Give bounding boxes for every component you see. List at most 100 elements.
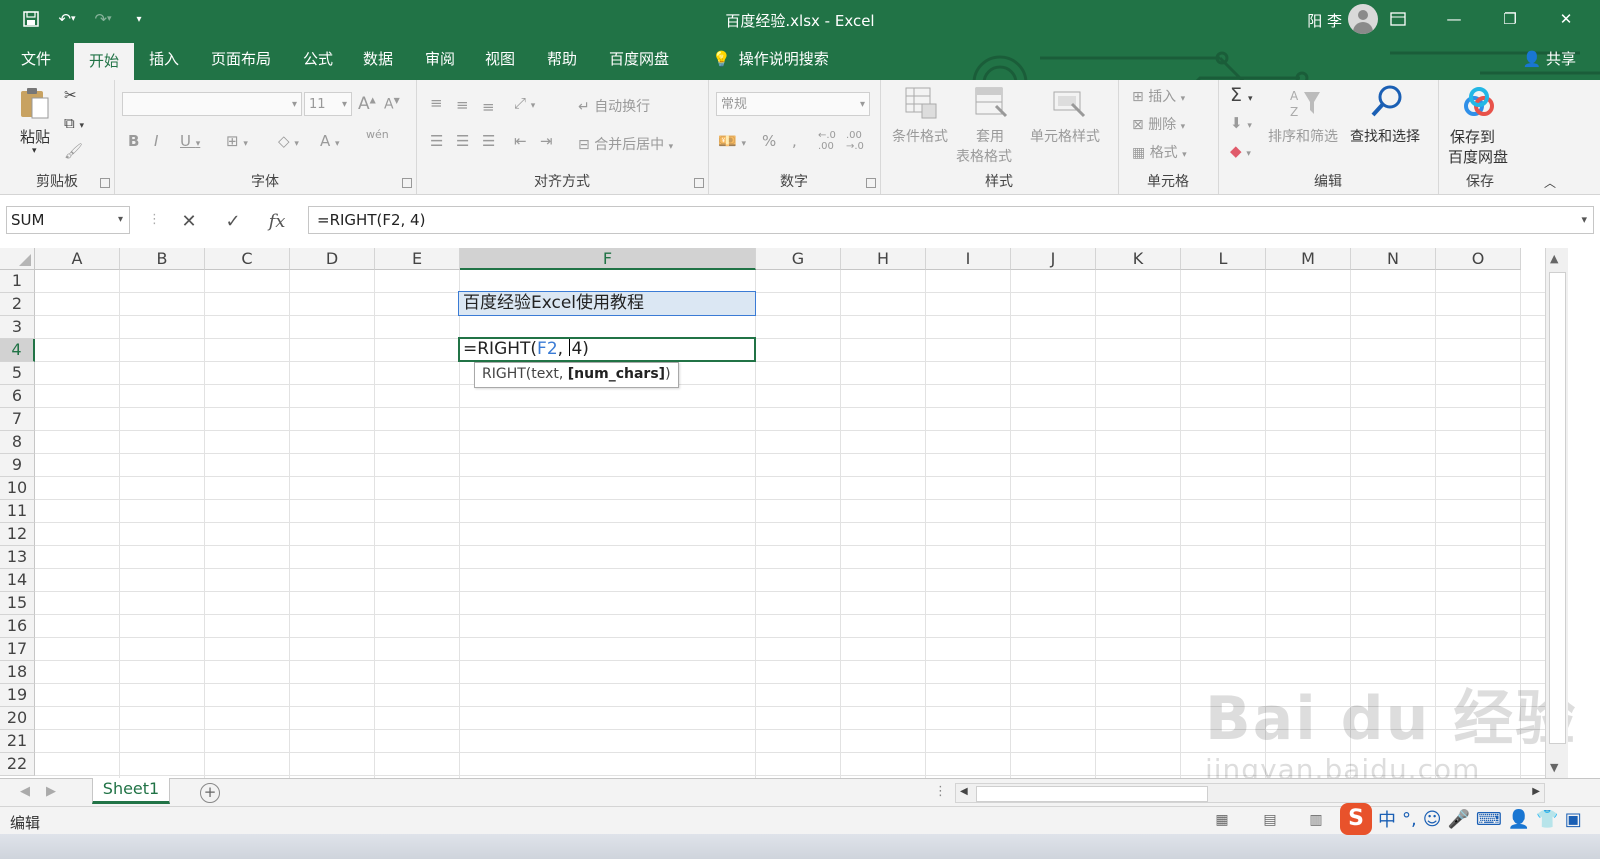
select-all-button[interactable] [0, 248, 35, 270]
row-header-21[interactable]: 21 [0, 730, 35, 753]
share-button[interactable]: 👤 共享 [1523, 48, 1576, 69]
row-header-10[interactable]: 10 [0, 477, 35, 500]
tab-data[interactable]: 数据 [356, 38, 400, 80]
add-sheet-icon[interactable]: + [200, 783, 220, 803]
column-header-h[interactable]: H [841, 248, 926, 270]
row-header-18[interactable]: 18 [0, 661, 35, 684]
orientation-icon[interactable]: ⤢ ▾ [514, 94, 535, 112]
cut-icon[interactable]: ✂ [64, 86, 77, 104]
minimize-icon[interactable]: — [1426, 0, 1482, 38]
column-header-d[interactable]: D [290, 248, 375, 270]
next-sheet-icon[interactable]: ▶ [46, 784, 56, 799]
row-header-11[interactable]: 11 [0, 500, 35, 523]
tab-review[interactable]: 审阅 [418, 38, 462, 80]
tab-insert[interactable]: 插入 [142, 38, 186, 80]
tab-split-handle-icon[interactable]: ⋮ [934, 784, 947, 799]
horizontal-scrollbar[interactable]: ◀ ▶ [955, 783, 1545, 803]
row-header-20[interactable]: 20 [0, 707, 35, 730]
tab-page-layout[interactable]: 页面布局 [206, 38, 276, 80]
ime-toolbox-icon[interactable]: ▣ [1565, 809, 1582, 830]
row-header-14[interactable]: 14 [0, 569, 35, 592]
autosum-icon[interactable]: Σ ▾ [1230, 84, 1253, 106]
shrink-font-icon[interactable]: A▼ [384, 96, 400, 113]
fill-icon[interactable]: ⬇ ▾ [1230, 114, 1252, 132]
column-header-g[interactable]: G [756, 248, 841, 270]
paste-label[interactable]: 粘贴 [20, 126, 50, 147]
column-header-a[interactable]: A [35, 248, 120, 270]
sheet-tab-sheet1[interactable]: Sheet1 [92, 778, 170, 804]
ime-keyboard-icon[interactable]: ⌨ [1476, 809, 1502, 830]
sort-filter-label[interactable]: 排序和筛选 [1268, 126, 1338, 146]
row-header-17[interactable]: 17 [0, 638, 35, 661]
cell-styles-icon[interactable] [1052, 86, 1086, 120]
fill-color-icon[interactable]: ◇ ▾ [278, 132, 299, 150]
row-header-4[interactable]: 4 [0, 339, 35, 362]
cancel-icon[interactable]: ✕ [174, 207, 204, 235]
column-header-l[interactable]: L [1181, 248, 1266, 270]
paste-icon[interactable] [18, 86, 52, 120]
middle-align-icon[interactable]: ≡ [456, 96, 469, 114]
sort-filter-icon[interactable]: AZ [1288, 86, 1322, 120]
borders-icon[interactable]: ⊞ ▾ [226, 132, 248, 150]
save-to-label-1[interactable]: 保存到 [1450, 126, 1495, 147]
column-header-f[interactable]: F [460, 248, 756, 270]
grow-font-icon[interactable]: A▲ [358, 94, 376, 114]
prev-sheet-icon[interactable]: ◀ [20, 784, 30, 799]
ribbon-display-options-icon[interactable] [1370, 0, 1426, 38]
delete-cells-button[interactable]: ⊠ 删除 ▾ [1132, 114, 1185, 134]
ime-language[interactable]: 中 [1378, 806, 1396, 832]
alignment-launcher-icon[interactable] [694, 178, 704, 188]
format-as-table-label-2[interactable]: 表格格式 [956, 146, 1012, 166]
format-cells-button[interactable]: ▦ 格式 ▾ [1132, 142, 1187, 162]
row-header-15[interactable]: 15 [0, 592, 35, 615]
format-as-table-icon[interactable] [974, 86, 1008, 120]
find-select-label[interactable]: 查找和选择 [1350, 126, 1420, 146]
insert-function-icon[interactable]: fx [262, 207, 292, 235]
format-as-table-label-1[interactable]: 套用 [976, 126, 1004, 146]
column-header-k[interactable]: K [1096, 248, 1181, 270]
decrease-decimal-icon[interactable]: .00 →.0 [846, 130, 864, 152]
bottom-align-icon[interactable]: ≡ [482, 98, 495, 116]
italic-icon[interactable]: I [154, 132, 158, 150]
increase-decimal-icon[interactable]: ←.0.00 [818, 130, 836, 152]
cell-F2[interactable]: 百度经验Excel使用教程 [458, 291, 756, 316]
tab-baidu-netdisk[interactable]: 百度网盘 [604, 38, 674, 80]
ime-skin-icon[interactable]: 👕 [1536, 809, 1558, 830]
ime-voice-icon[interactable]: 🎤 [1448, 809, 1470, 830]
paste-dropdown-icon[interactable]: ▾ [32, 146, 37, 156]
align-center-icon[interactable]: ☰ [456, 132, 469, 150]
scroll-left-icon[interactable]: ◀ [960, 786, 968, 797]
row-header-5[interactable]: 5 [0, 362, 35, 385]
number-format-combo[interactable]: 常规 [716, 92, 870, 117]
row-header-3[interactable]: 3 [0, 316, 35, 339]
enter-icon[interactable]: ✓ [218, 207, 248, 235]
row-header-8[interactable]: 8 [0, 431, 35, 454]
tab-help[interactable]: 帮助 [540, 38, 584, 80]
baidu-netdisk-icon[interactable] [1462, 86, 1496, 120]
row-header-16[interactable]: 16 [0, 615, 35, 638]
horizontal-scroll-thumb[interactable] [976, 786, 1208, 802]
copy-icon[interactable]: ⧉ ▾ [64, 114, 84, 132]
column-header-m[interactable]: M [1266, 248, 1351, 270]
row-header-19[interactable]: 19 [0, 684, 35, 707]
page-break-view-icon[interactable]: ▥ [1306, 812, 1326, 830]
collapse-ribbon-icon[interactable]: ︿ [1544, 174, 1556, 191]
scroll-up-icon[interactable]: ▲ [1550, 252, 1558, 265]
top-align-icon[interactable]: ≡ [430, 94, 443, 112]
row-header-6[interactable]: 6 [0, 385, 35, 408]
percent-icon[interactable]: % [762, 132, 776, 150]
vertical-scroll-thumb[interactable] [1549, 272, 1566, 744]
wrap-text-button[interactable]: ↵ 自动换行 [578, 96, 650, 116]
tab-view[interactable]: 视图 [478, 38, 522, 80]
row-header-1[interactable]: 1 [0, 270, 35, 293]
column-header-b[interactable]: B [120, 248, 205, 270]
page-layout-view-icon[interactable]: ▤ [1260, 812, 1280, 830]
name-box[interactable]: SUM [6, 206, 130, 234]
insert-cells-button[interactable]: ⊞ 插入 ▾ [1132, 86, 1185, 106]
scroll-down-icon[interactable]: ▼ [1550, 761, 1558, 774]
sogou-ime-icon[interactable]: S [1340, 803, 1372, 835]
row-header-12[interactable]: 12 [0, 523, 35, 546]
column-header-i[interactable]: I [926, 248, 1011, 270]
tab-formulas[interactable]: 公式 [296, 38, 340, 80]
tell-me-search[interactable]: 💡 操作说明搜索 [712, 38, 842, 80]
